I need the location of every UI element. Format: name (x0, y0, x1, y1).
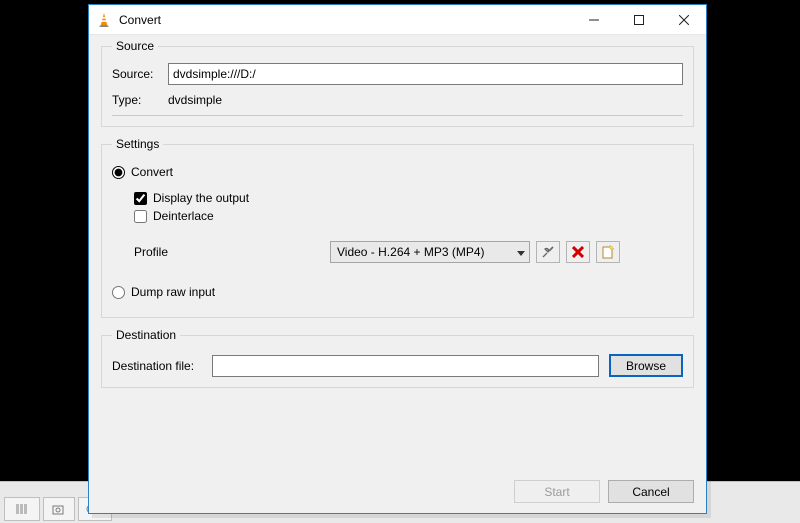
type-label: Type: (112, 93, 168, 107)
dump-raw-radio-row[interactable]: Dump raw input (112, 285, 683, 299)
player-bars-icon (15, 504, 29, 514)
profile-value: Video - H.264 + MP3 (MP4) (337, 245, 485, 259)
window-buttons (571, 5, 706, 34)
display-output-row[interactable]: Display the output (134, 191, 683, 205)
titlebar: Convert (89, 5, 706, 35)
dialog-body: Source Source: Type: dvdsimple Settings … (89, 35, 706, 472)
player-button[interactable] (4, 497, 40, 521)
new-document-icon (601, 245, 615, 259)
camera-icon (52, 503, 66, 515)
convert-radio[interactable] (112, 166, 125, 179)
profile-combobox[interactable]: Video - H.264 + MP3 (MP4) (330, 241, 530, 263)
dialog-buttons: Start Cancel (89, 472, 706, 513)
chevron-down-icon (517, 245, 525, 259)
vlc-cone-icon (96, 12, 112, 28)
display-output-checkbox[interactable] (134, 192, 147, 205)
cancel-button[interactable]: Cancel (608, 480, 694, 503)
browse-button-label: Browse (626, 359, 666, 373)
profile-label: Profile (134, 245, 330, 259)
delete-x-icon (572, 246, 584, 258)
maximize-button[interactable] (616, 5, 661, 34)
destination-legend: Destination (112, 328, 180, 342)
divider (112, 115, 683, 116)
maximize-icon (634, 15, 644, 25)
delete-profile-button[interactable] (566, 241, 590, 263)
close-button[interactable] (661, 5, 706, 34)
deinterlace-label: Deinterlace (153, 209, 214, 223)
app-icon (89, 12, 119, 28)
browse-button[interactable]: Browse (609, 354, 683, 377)
tools-icon (541, 245, 555, 259)
type-value: dvdsimple (168, 93, 222, 107)
dump-raw-label: Dump raw input (131, 285, 215, 299)
close-icon (679, 15, 689, 25)
convert-radio-label: Convert (131, 165, 173, 179)
cancel-button-label: Cancel (632, 485, 669, 499)
minimize-icon (589, 15, 599, 25)
settings-group: Settings Convert Display the output Dein… (101, 137, 694, 318)
source-label: Source: (112, 67, 168, 81)
start-button[interactable]: Start (514, 480, 600, 503)
destination-group: Destination Destination file: Browse (101, 328, 694, 388)
destination-file-label: Destination file: (112, 359, 212, 373)
display-output-label: Display the output (153, 191, 249, 205)
minimize-button[interactable] (571, 5, 616, 34)
deinterlace-checkbox[interactable] (134, 210, 147, 223)
convert-radio-row[interactable]: Convert (112, 165, 683, 179)
start-button-label: Start (544, 485, 569, 499)
edit-profile-button[interactable] (536, 241, 560, 263)
player-button[interactable] (43, 497, 75, 521)
source-input[interactable] (168, 63, 683, 85)
source-group: Source Source: Type: dvdsimple (101, 39, 694, 127)
source-legend: Source (112, 39, 158, 53)
settings-legend: Settings (112, 137, 163, 151)
new-profile-button[interactable] (596, 241, 620, 263)
window-title: Convert (119, 13, 571, 27)
destination-file-input[interactable] (212, 355, 599, 377)
dump-raw-radio[interactable] (112, 286, 125, 299)
deinterlace-row[interactable]: Deinterlace (134, 209, 683, 223)
convert-dialog: Convert Source Source: Type: dvdsimple (88, 4, 707, 514)
